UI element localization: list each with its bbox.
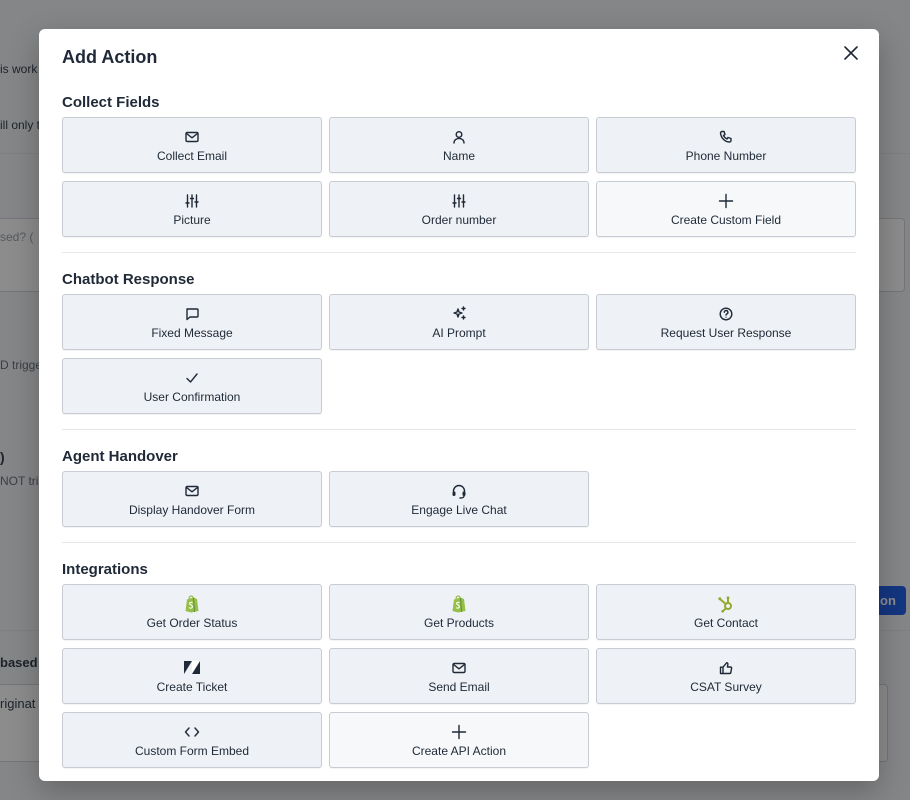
action-create-api-action-button[interactable]: Create API Action <box>329 712 589 768</box>
action-get-contact-button[interactable]: Get Contact <box>596 584 856 640</box>
action-label: Request User Response <box>660 325 792 340</box>
sliders-icon <box>452 192 466 210</box>
action-label: AI Prompt <box>432 325 486 340</box>
action-label: User Confirmation <box>143 389 241 404</box>
action-csat-survey-button[interactable]: CSAT Survey <box>596 648 856 704</box>
section-title: Chatbot Response <box>62 271 195 288</box>
phone-icon <box>719 128 733 146</box>
action-label: Phone Number <box>685 148 767 163</box>
close-icon <box>844 46 858 60</box>
shopify-icon <box>451 594 467 613</box>
section-divider <box>62 252 856 253</box>
action-get-order-status-button[interactable]: Get Order Status <box>62 584 322 640</box>
section-divider <box>62 542 856 543</box>
action-grid: Get Order Status Get Products Get Contact C… <box>62 584 856 768</box>
action-collect-email-button[interactable]: Collect Email <box>62 117 322 173</box>
thumbs-up-icon <box>719 659 733 677</box>
user-icon <box>452 128 466 146</box>
action-phone-number-button[interactable]: Phone Number <box>596 117 856 173</box>
action-label: Get Contact <box>693 615 759 630</box>
action-grid: Fixed Message AI Prompt Request User Respo… <box>62 294 856 414</box>
action-send-email-button[interactable]: Send Email <box>329 648 589 704</box>
mail-icon <box>185 128 199 146</box>
action-engage-live-chat-button[interactable]: Engage Live Chat <box>329 471 589 527</box>
action-label: Name <box>442 148 475 163</box>
add-action-modal: Add Action Collect Fields Collect Email N… <box>39 29 879 781</box>
action-fixed-message-button[interactable]: Fixed Message <box>62 294 322 350</box>
mail-icon <box>452 659 466 677</box>
action-user-confirmation-button[interactable]: User Confirmation <box>62 358 322 414</box>
section-title: Collect Fields <box>62 94 160 111</box>
zendesk-icon <box>183 659 201 677</box>
action-label: Collect Email <box>156 148 228 163</box>
action-label: Create Custom Field <box>670 212 782 227</box>
action-create-ticket-button[interactable]: Create Ticket <box>62 648 322 704</box>
headset-icon <box>451 482 467 500</box>
action-label: Get Products <box>423 615 495 630</box>
section-title: Integrations <box>62 561 148 578</box>
section-integrations: Integrations Get Order Status Get Product… <box>62 560 856 768</box>
action-ai-prompt-button[interactable]: AI Prompt <box>329 294 589 350</box>
action-label: Create Ticket <box>156 679 228 694</box>
action-order-number-button[interactable]: Order number <box>329 181 589 237</box>
shopify-icon <box>184 594 200 613</box>
section-title: Agent Handover <box>62 448 178 465</box>
plus-icon <box>718 192 734 210</box>
action-label: CSAT Survey <box>690 679 762 694</box>
help-circle-icon <box>719 305 733 323</box>
mail-icon <box>185 482 199 500</box>
hubspot-icon <box>717 595 735 613</box>
section-agent-handover: Agent Handover Display Handover Form Enga… <box>62 447 856 527</box>
action-label: Create API Action <box>411 743 507 758</box>
action-label: Order number <box>421 212 497 227</box>
action-display-handover-form-button[interactable]: Display Handover Form <box>62 471 322 527</box>
code-icon <box>184 723 200 741</box>
sparkles-icon <box>452 305 467 323</box>
action-grid: Display Handover Form Engage Live Chat <box>62 471 856 527</box>
plus-icon <box>451 723 467 741</box>
action-label: Get Order Status <box>146 615 238 630</box>
action-custom-form-embed-button[interactable]: Custom Form Embed <box>62 712 322 768</box>
action-label: Custom Form Embed <box>134 743 250 758</box>
action-label: Display Handover Form <box>128 502 256 517</box>
sliders-icon <box>185 192 199 210</box>
action-label: Picture <box>173 212 211 227</box>
check-icon <box>185 369 199 387</box>
action-get-products-button[interactable]: Get Products <box>329 584 589 640</box>
message-icon <box>185 305 199 323</box>
section-chatbot-response: Chatbot Response Fixed Message AI Prompt R… <box>62 270 856 414</box>
action-label: Engage Live Chat <box>411 502 507 517</box>
modal-title: Add Action <box>62 47 158 67</box>
action-create-custom-field-button[interactable]: Create Custom Field <box>596 181 856 237</box>
close-button[interactable] <box>841 43 861 63</box>
action-grid: Collect Email Name Phone Number Picture Orde… <box>62 117 856 237</box>
action-name-button[interactable]: Name <box>329 117 589 173</box>
section-divider <box>62 429 856 430</box>
action-request-user-response-button[interactable]: Request User Response <box>596 294 856 350</box>
action-label: Send Email <box>428 679 490 694</box>
action-picture-button[interactable]: Picture <box>62 181 322 237</box>
action-label: Fixed Message <box>151 325 233 340</box>
section-collect-fields: Collect Fields Collect Email Name Phone Nu… <box>62 93 856 237</box>
